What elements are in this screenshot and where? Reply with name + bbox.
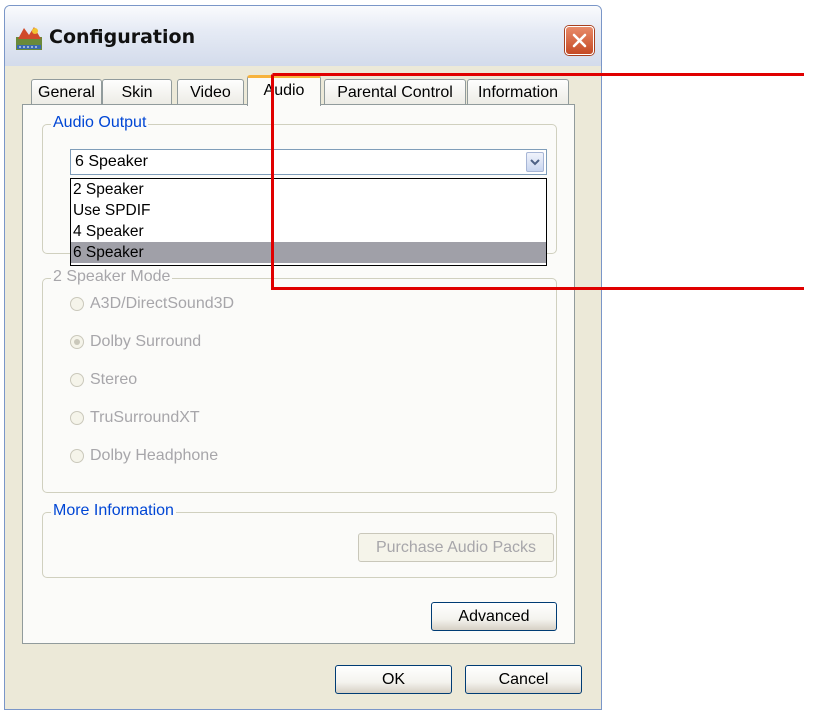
radio-dolby-headphone[interactable]: Dolby Headphone xyxy=(70,445,218,467)
dropdown-option-4-speaker[interactable]: 4 Speaker xyxy=(71,221,546,242)
radio-stereo[interactable]: Stereo xyxy=(70,369,137,391)
audio-output-dropdown-list: 2 Speaker Use SPDIF 4 Speaker 6 Speaker xyxy=(70,178,547,266)
speaker-mode-group-label: 2 Speaker Mode xyxy=(51,267,173,287)
radio-label: Dolby Surround xyxy=(90,333,202,350)
dropdown-option-use-spdif[interactable]: Use SPDIF xyxy=(71,200,546,221)
window-title: Configuration xyxy=(49,26,196,48)
radio-label: A3D/DirectSound3D xyxy=(90,295,235,312)
radio-trusurroundxt[interactable]: TruSurroundXT xyxy=(70,407,200,429)
cancel-button[interactable]: Cancel xyxy=(465,665,582,694)
close-button[interactable] xyxy=(565,26,594,55)
tab-general[interactable]: General xyxy=(31,79,102,105)
close-icon xyxy=(572,33,587,48)
tab-information[interactable]: Information xyxy=(467,79,569,105)
tab-audio[interactable]: Audio xyxy=(247,75,321,106)
chevron-down-icon[interactable] xyxy=(526,152,544,172)
audio-output-selected-value: 6 Speaker xyxy=(75,153,148,170)
audio-output-select[interactable]: 6 Speaker xyxy=(70,149,547,175)
dialog-client-area: General Skin Video Audio Parental Contro… xyxy=(5,66,601,709)
tab-parental-control[interactable]: Parental Control xyxy=(324,79,466,105)
radio-dot-icon xyxy=(74,339,80,345)
radio-label: Stereo xyxy=(90,371,138,388)
advanced-button[interactable]: Advanced xyxy=(431,602,557,631)
title-bar[interactable]: Configuration xyxy=(5,6,601,66)
ok-button[interactable]: OK xyxy=(335,665,452,694)
radio-circle-icon xyxy=(70,297,84,311)
configuration-app-icon xyxy=(16,27,42,50)
radio-checked-icon xyxy=(70,335,84,349)
radio-dolby-surround[interactable]: Dolby Surround xyxy=(70,331,201,353)
dropdown-option-2-speaker[interactable]: 2 Speaker xyxy=(71,179,546,200)
radio-circle-icon xyxy=(70,373,84,387)
configuration-dialog: Configuration General Skin Video Audio P… xyxy=(4,5,602,710)
purchase-audio-packs-button[interactable]: Purchase Audio Packs xyxy=(358,533,554,562)
audio-output-group-label: Audio Output xyxy=(51,113,149,133)
radio-label: Dolby Headphone xyxy=(90,447,219,464)
radio-circle-icon xyxy=(70,449,84,463)
tab-video[interactable]: Video xyxy=(177,79,244,105)
radio-a3d-directsound3d[interactable]: A3D/DirectSound3D xyxy=(70,293,234,315)
more-information-group-label: More Information xyxy=(51,501,176,521)
radio-label: TruSurroundXT xyxy=(90,409,200,426)
tab-skin[interactable]: Skin xyxy=(102,79,172,105)
radio-circle-icon xyxy=(70,411,84,425)
dropdown-option-6-speaker[interactable]: 6 Speaker xyxy=(71,242,546,263)
